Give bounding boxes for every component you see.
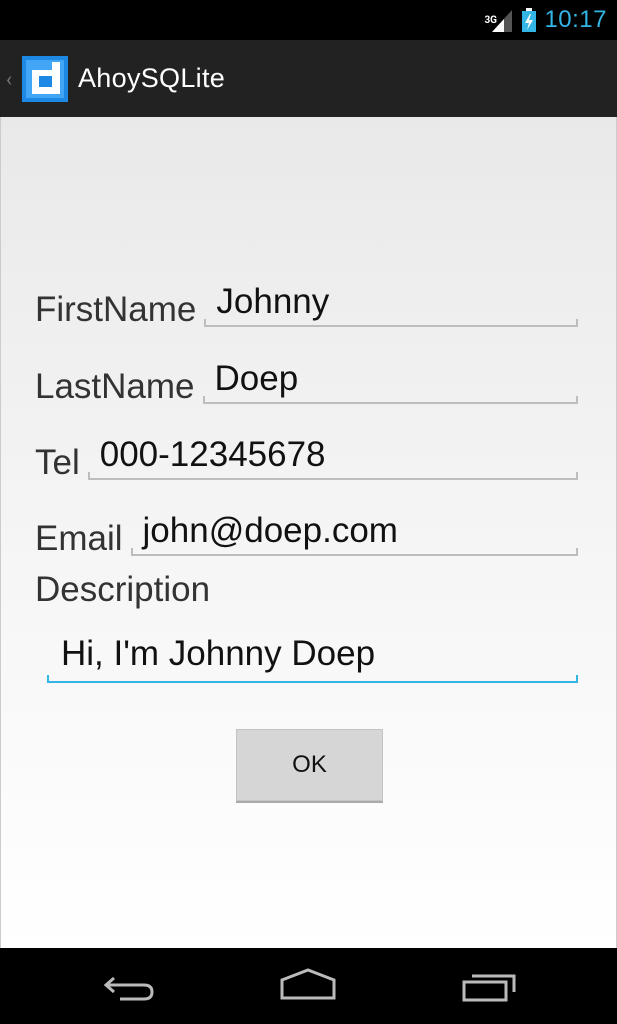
first-name-value: Johnny — [216, 282, 330, 321]
tel-label: Tel — [35, 443, 80, 482]
signal-icon: 3G — [484, 8, 514, 32]
status-clock: 10:17 — [544, 6, 607, 33]
back-icon[interactable] — [100, 966, 160, 1006]
recent-apps-icon[interactable] — [460, 966, 520, 1006]
last-name-field[interactable]: Doep — [202, 354, 579, 404]
battery-charging-icon — [522, 8, 537, 32]
first-name-field[interactable]: Johnny — [204, 277, 578, 327]
ok-button[interactable]: OK — [236, 729, 383, 801]
action-bar: ‹ AhoySQLite — [0, 40, 617, 117]
first-name-row: FirstName Johnny — [35, 277, 578, 327]
navigation-bar — [0, 948, 617, 1024]
description-label: Description — [35, 570, 211, 609]
form-content: FirstName Johnny LastName Doep Tel 000-1… — [0, 117, 617, 948]
email-row: Email john@doep.com — [35, 506, 579, 558]
tel-row: Tel 000-12345678 — [35, 430, 579, 482]
description-field[interactable]: Hi, I'm Johnny Doep — [47, 619, 578, 683]
email-value: john@doep.com — [142, 511, 398, 550]
last-name-value: Doep — [214, 359, 299, 398]
email-field[interactable]: john@doep.com — [130, 506, 579, 556]
first-name-label: FirstName — [35, 290, 197, 329]
last-name-row: LastName Doep — [35, 354, 579, 406]
up-caret-icon[interactable]: ‹ — [6, 67, 20, 91]
status-icons: 3G 10:17 — [484, 0, 607, 40]
email-label: Email — [35, 519, 123, 558]
app-title: AhoySQLite — [78, 63, 226, 93]
last-name-label: LastName — [35, 367, 195, 406]
network-type-label: 3G — [484, 15, 497, 26]
description-value: Hi, I'm Johnny Doep — [61, 634, 376, 673]
status-bar: 3G 10:17 — [0, 0, 617, 40]
app-logo-icon[interactable] — [22, 55, 68, 102]
tel-field[interactable]: 000-12345678 — [87, 430, 579, 480]
tel-value: 000-12345678 — [99, 435, 326, 474]
home-icon[interactable] — [278, 966, 338, 1006]
